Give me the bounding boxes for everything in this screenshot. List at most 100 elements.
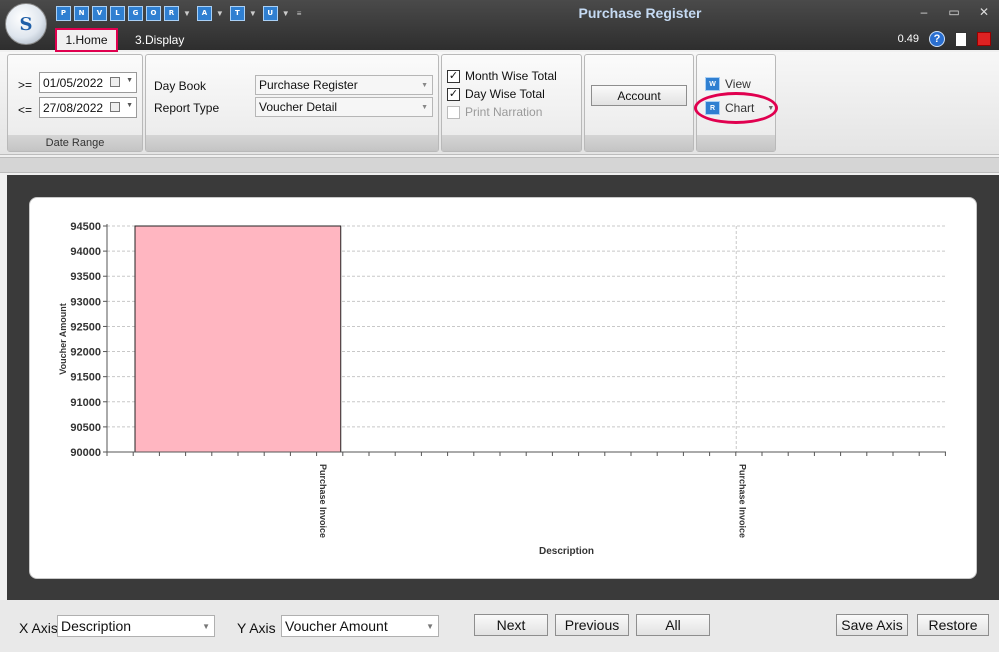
checkmark-icon[interactable]: ✓ [447,69,460,83]
x-axis-title: Description [539,546,594,557]
report-type-combo[interactable]: Voucher Detail ▼ [255,97,433,117]
chevron-down-icon[interactable]: ▼ [216,9,224,18]
chart-card: 90000 90500 91000 91500 92000 92500 93000 93500… [29,197,977,579]
chevron-down-icon[interactable]: ▼ [249,9,257,18]
from-date-value: 01/05/2022 [43,75,104,90]
chevron-down-icon[interactable]: ▼ [421,77,428,95]
chevron-down-icon[interactable]: ▼ [426,617,434,637]
quick-access-p-icon[interactable]: P [56,5,71,21]
x-axis-value: Description [61,618,132,634]
month-wise-total-checkbox[interactable]: ✓ Month Wise Total [447,69,557,83]
account-group: Account [584,54,694,152]
account-caption [585,135,693,151]
quick-access-v-icon[interactable]: V [92,5,107,21]
exit-icon[interactable] [977,32,991,46]
report-type-value: Voucher Detail [259,100,338,114]
y-tick-label: 90500 [70,422,101,434]
print-narration-checkbox[interactable]: Print Narration [447,105,542,119]
options-caption [442,135,581,151]
y-tick-label: 91000 [70,397,101,409]
quick-access-r-icon[interactable]: R [164,5,179,21]
chevron-down-icon[interactable]: ▼ [202,617,210,637]
date-range-caption: Date Range [8,135,142,151]
x-axis-select[interactable]: Description ▼ [57,615,215,637]
next-button[interactable]: Next [474,614,548,636]
ribbon: >= 01/05/2022 ▼ <= 27/08/2022 ▼ Date Ran… [0,52,999,155]
quick-access-toolbar: P N V L G O R ▼ A ▼ T ▼ U ▼ ≡ [56,5,307,21]
y-tick-label: 92000 [70,347,101,359]
previous-button[interactable]: Previous [555,614,629,636]
checkbox-empty-icon[interactable] [447,105,460,119]
app-logo-icon: S [19,13,33,35]
quick-access-t-icon[interactable]: T [229,5,245,21]
from-operator-label: >= [18,78,33,92]
to-date-field[interactable]: 27/08/2022 ▼ [39,97,137,118]
quick-access-o-icon[interactable]: O [146,5,161,21]
y-tick-label: 91500 [70,372,101,384]
help-icon[interactable]: ? [929,31,945,47]
restore-button[interactable]: Restore [917,614,989,636]
view-label: View [725,77,751,91]
maximize-icon[interactable]: ▭ [947,5,961,19]
y-axis-value: Voucher Amount [285,618,388,634]
splitter[interactable] [0,157,999,173]
options-group: ✓ Month Wise Total ✓ Day Wise Total Prin… [441,54,582,152]
chevron-down-icon[interactable]: ▼ [126,102,133,109]
day-wise-total-checkbox[interactable]: ✓ Day Wise Total [447,87,545,101]
quick-access-a-icon[interactable]: A [196,5,212,21]
quick-access-u-icon[interactable]: U [262,5,278,21]
close-icon[interactable]: ✕ [977,5,991,19]
account-button[interactable]: Account [591,85,687,106]
view-button[interactable]: W View [705,77,751,91]
calendar-icon[interactable] [110,77,120,87]
day-book-value: Purchase Register [259,78,358,92]
y-tick-label: 93000 [70,296,101,308]
x-axis-label: X Axis [19,620,58,636]
y-tick-label: 94000 [70,246,101,258]
chevron-down-icon[interactable]: ▼ [126,77,133,84]
report-group: Day Book Purchase Register ▼ Report Type… [145,54,439,152]
y-tick-label: 94500 [70,221,101,233]
y-tick-label: 92500 [70,321,101,333]
quick-access-n-icon[interactable]: N [74,5,89,21]
chevron-down-icon[interactable]: ▼ [421,99,428,117]
window-controls: – ▭ ✕ [917,5,991,19]
day-book-label: Day Book [154,79,207,93]
bar-chart: 90000 90500 91000 91500 92000 92500 93000 93500… [58,221,946,557]
date-range-group: >= 01/05/2022 ▼ <= 27/08/2022 ▼ Date Ran… [7,54,143,152]
window-title: Purchase Register [578,5,702,21]
minimize-icon[interactable]: – [917,5,931,19]
x-tick-label: Purchase Invoice [737,464,747,538]
report-caption [146,135,438,151]
app-menu-button[interactable]: S [5,3,47,45]
x-tick-label: Purchase Invoice [318,464,328,538]
month-wise-total-label: Month Wise Total [465,69,557,83]
to-date-value: 27/08/2022 [43,100,104,115]
tab-display[interactable]: 3.Display [135,33,184,47]
day-book-combo[interactable]: Purchase Register ▼ [255,75,433,95]
y-axis-select[interactable]: Voucher Amount ▼ [281,615,439,637]
quick-access-g-icon[interactable]: G [128,5,143,21]
y-axis-title: Voucher Amount [58,303,68,375]
from-date-field[interactable]: 01/05/2022 ▼ [39,72,137,93]
document-icon[interactable] [955,31,967,47]
title-right-info: 0.49 ? [898,31,991,47]
tab-home[interactable]: 1.Home [55,28,118,52]
calendar-icon[interactable] [110,102,120,112]
quick-access-l-icon[interactable]: L [110,5,125,21]
title-bar: S P N V L G O R ▼ A ▼ T ▼ U ▼ ≡ Purchase… [0,0,999,52]
y-tick-label: 90000 [70,447,101,459]
checkmark-icon[interactable]: ✓ [447,87,460,101]
version-label: 0.49 [897,33,919,45]
chevron-down-icon[interactable]: ▼ [183,9,191,18]
chevron-down-icon[interactable]: ▼ [282,9,290,18]
all-button[interactable]: All [636,614,710,636]
view-icon: W [705,77,720,91]
y-tick-label: 93500 [70,271,101,283]
customize-toolbar-icon[interactable]: ≡ [297,9,302,18]
to-operator-label: <= [18,103,33,117]
save-axis-button[interactable]: Save Axis [836,614,908,636]
print-narration-label: Print Narration [465,105,543,119]
report-type-label: Report Type [154,101,220,115]
bar [134,225,342,453]
